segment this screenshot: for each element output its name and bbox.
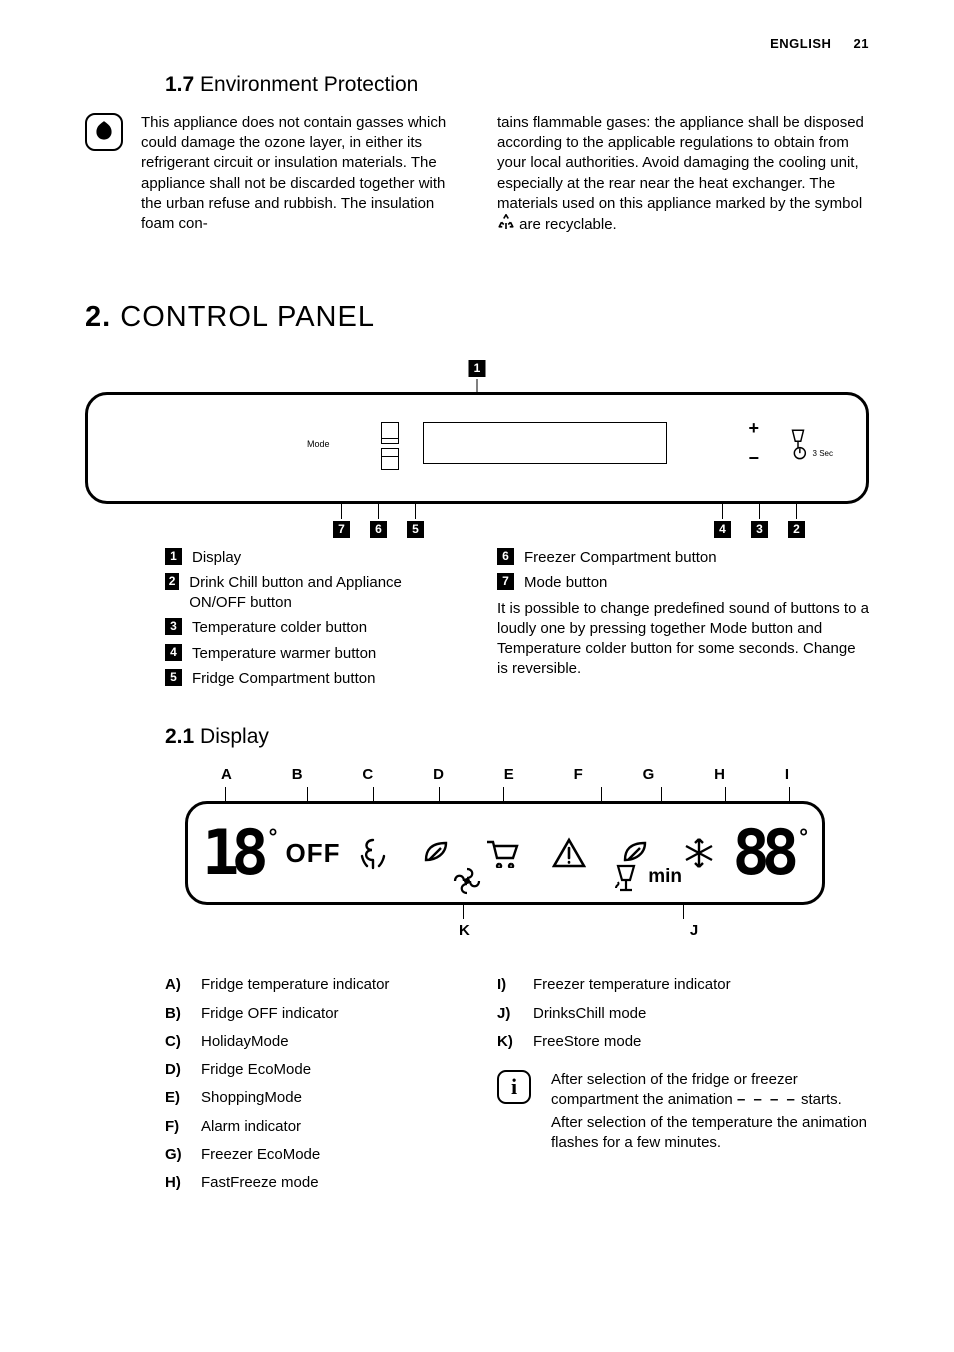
callout-1: 1 (469, 360, 486, 395)
letter-D: D (433, 765, 444, 785)
section-1-7-heading: 1.7 Environment Protection (165, 71, 869, 99)
freezer-compartment-icon (381, 448, 399, 470)
minus-icon: − (748, 446, 759, 470)
mode-label: Mode (307, 438, 330, 450)
env-paragraph-left: This appliance does not contain gasses w… (141, 113, 457, 235)
recycle-icon (497, 214, 515, 238)
alarm-icon (552, 837, 586, 869)
letter-K: K (459, 921, 470, 941)
plus-icon: + (748, 416, 759, 440)
section-2-heading: 2. CONTROL PANEL (85, 298, 869, 337)
letter-B: B (292, 765, 303, 785)
info-text: After selection of the fridge or freezer… (551, 1070, 869, 1153)
letter-J: J (690, 921, 698, 941)
letter-F: F (574, 765, 583, 785)
fridge-compartment-icon (381, 422, 399, 444)
animation-dashes: – – – – (737, 1091, 797, 1108)
env-paragraph-right: tains flammable gases: the appliance sha… (497, 113, 869, 239)
letter-C: C (362, 765, 373, 785)
callout-7: 7 (333, 501, 350, 538)
degree-icon-2: ° (799, 822, 808, 852)
callout-2: 2 (788, 501, 805, 538)
freezer-temp-segments: 88 (733, 822, 792, 884)
letter-H: H (714, 765, 725, 785)
fridge-eco-icon (421, 838, 451, 868)
fridge-temp-segments: 18 (202, 822, 261, 884)
letter-E: E (504, 765, 514, 785)
lang-label: ENGLISH (770, 36, 831, 51)
callout-3: 3 (751, 501, 768, 538)
degree-icon: ° (269, 822, 278, 852)
min-indicator: min (648, 864, 682, 890)
section-2-1-heading: 2.1 Display (165, 723, 869, 751)
page-number: 21 (854, 36, 869, 51)
legend-paragraph: It is possible to change predefined soun… (497, 599, 869, 680)
drink-chill-power-icon: 3 Sec (787, 428, 833, 460)
drinkschill-icon (612, 864, 640, 896)
display-diagram: A B C D E F G H I 18 ° OFF (185, 765, 869, 942)
ak-right-column: I)Freezer temperature indicator J)Drinks… (497, 975, 869, 1201)
letter-G: G (643, 765, 655, 785)
off-indicator: OFF (285, 836, 340, 871)
ak-left-column: A)Fridge temperature indicator B)Fridge … (85, 975, 457, 1201)
callout-5: 5 (407, 501, 424, 538)
control-panel-diagram: 1 Mode + − 3 Sec 7 6 5 4 3 2 (85, 364, 869, 534)
page-header: ENGLISH 21 (85, 35, 869, 53)
legend-right-column: 6Freezer Compartment button 7Mode button… (497, 548, 869, 695)
panel-display-window (423, 422, 667, 464)
legend-left-column: 1Display 2Drink Chill button and Applian… (85, 548, 457, 695)
info-icon: i (497, 1070, 531, 1104)
freestore-fan-icon (452, 866, 482, 896)
shopping-icon (485, 838, 519, 868)
callout-4: 4 (714, 501, 731, 538)
letter-A: A (221, 765, 232, 785)
eco-leaf-icon (85, 113, 123, 151)
letter-I: I (785, 765, 789, 785)
holiday-icon (358, 836, 388, 870)
callout-6: 6 (370, 501, 387, 538)
fastfreeze-icon (683, 837, 715, 869)
